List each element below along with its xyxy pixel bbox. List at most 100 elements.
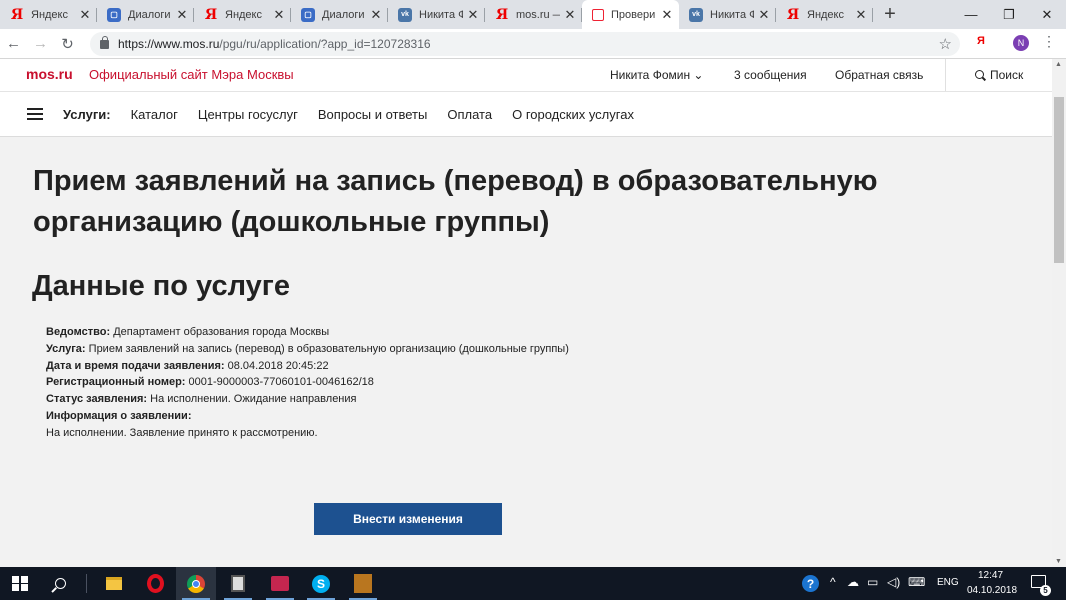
browser-tab-strip: Я Яндекс ✕ ▢ Диалоги ✕ Я Яндекс ✕ ▢ Диалоги ✕ vk Ники… — [0, 0, 1066, 29]
yandex-extension-icon[interactable]: Я — [977, 35, 985, 47]
tab-title: Диалоги — [322, 8, 365, 21]
taskbar-photos[interactable] — [260, 567, 300, 600]
browser-menu-icon[interactable]: ⋮ — [1042, 33, 1056, 50]
taskbar-opera[interactable] — [135, 567, 175, 600]
services-label: Услуги: — [63, 106, 111, 122]
nav-link-about-services[interactable]: О городских услугах — [512, 107, 634, 122]
search-icon — [54, 578, 66, 589]
dialogs-icon: ▢ — [107, 7, 121, 22]
tab-close-icon[interactable]: ✕ — [273, 7, 285, 23]
tab-close-icon[interactable]: ✕ — [855, 7, 867, 23]
detail-row-info-label: Информация о заявлении: — [46, 409, 192, 422]
browser-tab[interactable]: ▢ Диалоги ✕ — [97, 0, 194, 29]
game-icon — [354, 574, 372, 593]
taskbar-game[interactable] — [343, 567, 383, 600]
skype-icon: S — [312, 574, 330, 593]
new-tab-button[interactable]: + — [873, 0, 907, 29]
forward-button[interactable]: → — [27, 29, 54, 59]
tab-title: Яндекс — [31, 8, 68, 21]
keyboard-icon[interactable]: ⌨ — [908, 575, 925, 589]
browser-tab[interactable]: vk Никита Ф ✕ — [679, 0, 776, 29]
tab-close-icon[interactable]: ✕ — [370, 7, 382, 23]
detail-row-submitted-at: Дата и время подачи заявления: 08.04.201… — [46, 359, 329, 372]
tab-title: Диалоги — [128, 8, 171, 21]
profile-avatar[interactable]: N — [1013, 35, 1029, 51]
taskbar-search-button[interactable] — [40, 567, 80, 600]
minimize-button[interactable]: — — [952, 0, 990, 29]
bookmark-star-icon[interactable]: ☆ — [939, 35, 952, 53]
scroll-down-arrow-icon[interactable]: ▼ — [1055, 558, 1062, 565]
hamburger-menu-icon[interactable] — [27, 108, 43, 120]
feedback-link[interactable]: Обратная связь — [835, 68, 923, 82]
tab-close-icon[interactable]: ✕ — [467, 7, 479, 23]
close-window-button[interactable]: ✕ — [1028, 0, 1066, 29]
messages-link[interactable]: 3 сообщения — [734, 68, 807, 82]
reload-button[interactable]: ↻ — [54, 29, 81, 59]
browser-tab[interactable]: vk Никита Ф ✕ — [388, 0, 485, 29]
nav-link-payment[interactable]: Оплата — [447, 107, 492, 122]
services-nav: Услуги: Каталог Центры госуслуг Вопросы … — [0, 91, 1052, 137]
tab-title: Никита Ф — [419, 8, 463, 21]
clock-time[interactable]: 12:47 — [978, 570, 1003, 581]
nav-link-service-centers[interactable]: Центры госуслуг — [198, 107, 298, 122]
site-logo[interactable]: mos.ru — [26, 66, 73, 82]
site-tagline[interactable]: Официальный сайт Мэра Москвы — [89, 67, 294, 82]
yandex-icon: Я — [10, 6, 24, 23]
tab-close-icon[interactable]: ✕ — [564, 7, 576, 23]
tray-chevron-icon[interactable]: ^ — [830, 575, 836, 589]
detail-row-service: Услуга: Прием заявлений на запись (перев… — [46, 342, 569, 355]
tab-close-icon[interactable]: ✕ — [758, 7, 770, 23]
url-host: https://www.mos.ru — [118, 37, 220, 51]
section-title: Данные по услуге — [32, 270, 290, 302]
user-menu[interactable]: Никита Фомин ⌄ — [610, 68, 703, 82]
page-scrollbar[interactable]: ▲ ▼ — [1052, 59, 1066, 567]
photos-icon — [271, 576, 289, 591]
browser-tab[interactable]: Я Яндекс ✕ — [194, 0, 291, 29]
input-language[interactable]: ENG — [937, 577, 959, 588]
tab-title: Яндекс — [807, 8, 844, 21]
taskbar-skype[interactable]: S — [301, 567, 341, 600]
tab-close-icon[interactable]: ✕ — [79, 7, 91, 23]
browser-tab[interactable]: Я Яндекс ✕ — [0, 0, 97, 29]
browser-toolbar: ← → ↻ https://www.mos.ru/pgu/ru/applicat… — [0, 29, 1066, 59]
nav-link-faq[interactable]: Вопросы и ответы — [318, 107, 427, 122]
tab-close-icon[interactable]: ✕ — [661, 7, 673, 23]
browser-tab[interactable]: ▢ Диалоги ✕ — [291, 0, 388, 29]
tab-title: mos.ru — — [516, 8, 560, 21]
detail-row-status: Статус заявления: На исполнении. Ожидани… — [46, 393, 357, 406]
browser-tab[interactable]: Провери ✕ — [582, 0, 679, 29]
search-label: Поиск — [990, 68, 1024, 82]
start-button[interactable] — [0, 567, 40, 600]
yandex-icon: Я — [786, 6, 800, 23]
calculator-icon — [231, 575, 245, 592]
restore-button[interactable]: ❐ — [990, 0, 1028, 29]
taskbar-divider — [86, 574, 87, 593]
clock-date[interactable]: 04.10.2018 — [967, 585, 1017, 596]
scrollbar-thumb[interactable] — [1054, 97, 1064, 263]
volume-icon[interactable]: ◁) — [887, 575, 900, 589]
address-bar[interactable]: https://www.mos.ru/pgu/ru/application/?a… — [90, 32, 960, 56]
windows-start-icon — [12, 575, 28, 592]
browser-tab[interactable]: Я Яндекс ✕ — [776, 0, 873, 29]
taskbar-calculator[interactable] — [218, 567, 258, 600]
edit-application-button[interactable]: Внести изменения — [314, 503, 502, 535]
nav-link-catalog[interactable]: Каталог — [131, 107, 178, 122]
scroll-up-arrow-icon[interactable]: ▲ — [1055, 61, 1062, 68]
help-icon[interactable]: ? — [802, 575, 819, 592]
detail-row-agency: Ведомство: Департамент образования город… — [46, 326, 330, 338]
back-button[interactable]: ← — [0, 29, 27, 59]
tab-title: Никита Ф — [710, 8, 754, 21]
detail-info-text: На исполнении. Заявление принято к рассм… — [46, 426, 318, 439]
browser-tab[interactable]: Яmos.ru — ✕ — [485, 0, 582, 29]
window-controls: — ❐ ✕ — [952, 0, 1066, 29]
taskbar-chrome[interactable] — [176, 567, 216, 600]
network-icon[interactable]: ▭ — [867, 575, 878, 589]
search-button[interactable]: Поиск — [945, 59, 1052, 91]
onedrive-cloud-icon[interactable]: ☁ — [847, 575, 859, 589]
taskbar-file-explorer[interactable] — [94, 567, 134, 600]
windows-taskbar: S — [0, 567, 1066, 600]
tab-close-icon[interactable]: ✕ — [176, 7, 188, 23]
page-title: Прием заявлений на запись (перевод) в об… — [33, 165, 878, 238]
tab-title: Яндекс — [225, 8, 262, 21]
page-viewport: mos.ru Официальный сайт Мэра Москвы Ники… — [0, 59, 1052, 567]
